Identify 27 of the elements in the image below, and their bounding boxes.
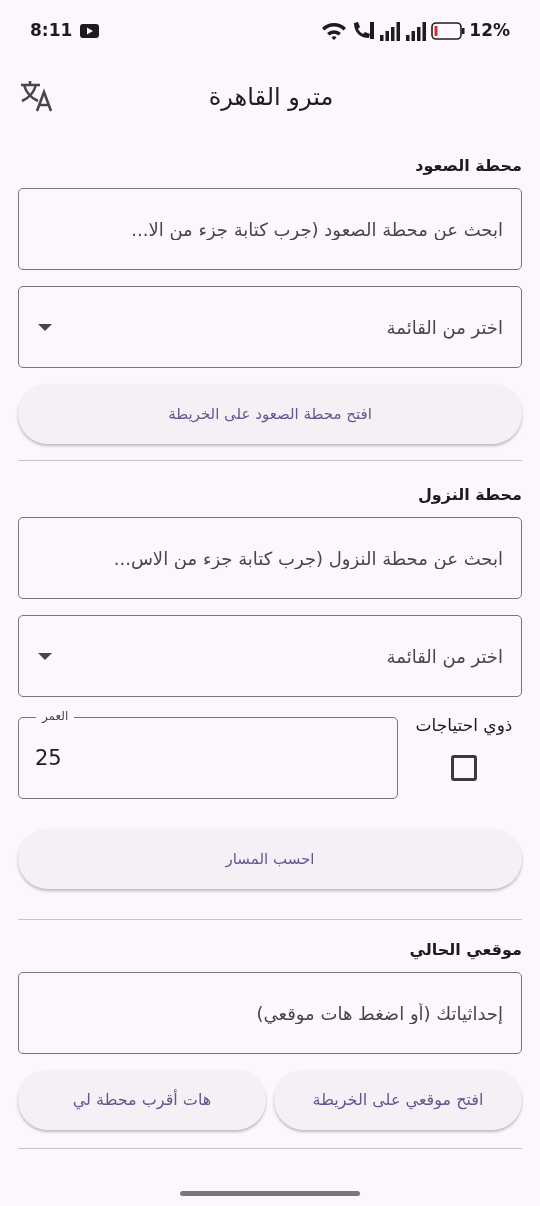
checkbox[interactable]: [451, 754, 477, 781]
status-time: 8:11: [30, 19, 73, 43]
dropdown-placeholder: اختر من القائمة: [386, 315, 503, 341]
app-title: مترو القاهرة: [208, 82, 334, 113]
dropdown-caret-icon: [37, 322, 53, 332]
section-heading: محطة النزول: [416, 484, 522, 506]
search-field[interactable]: ابحث عن محطة الصعود (جرب كتابة جزء من الا...: [18, 188, 522, 270]
search-field[interactable]: ابحث عن محطة النزول (جرب كتابة جزء من الاس...: [18, 517, 522, 599]
location-button[interactable]: هات أقرب محطة لي: [18, 1070, 266, 1130]
section-heading: محطة الصعود: [414, 155, 522, 177]
call-icon: [351, 21, 376, 41]
dropdown-field[interactable]: اختر من القائمة: [18, 615, 522, 697]
signal-icon: [405, 21, 428, 41]
video-app-icon: [80, 24, 100, 38]
wifi-icon: [321, 21, 348, 41]
section-heading: موقعي الحالي: [408, 939, 522, 962]
battery-percentage: 12%: [469, 19, 510, 43]
dropdown-placeholder: اختر من القائمة: [386, 644, 503, 670]
dropdown-caret-icon: [37, 651, 53, 661]
battery-icon: [431, 22, 466, 40]
location-button[interactable]: افتح موقعي على الخريطة: [274, 1070, 522, 1130]
checkbox-label: ذوي احتياجات: [415, 714, 513, 738]
map-button[interactable]: افتح محطة الصعود على الخريطة: [18, 384, 522, 444]
translate-icon[interactable]: [20, 80, 54, 112]
dropdown-field[interactable]: اختر من القائمة: [18, 286, 522, 368]
calculate-route-button[interactable]: احسب المسار: [18, 829, 522, 889]
signal-icon: [379, 21, 402, 41]
